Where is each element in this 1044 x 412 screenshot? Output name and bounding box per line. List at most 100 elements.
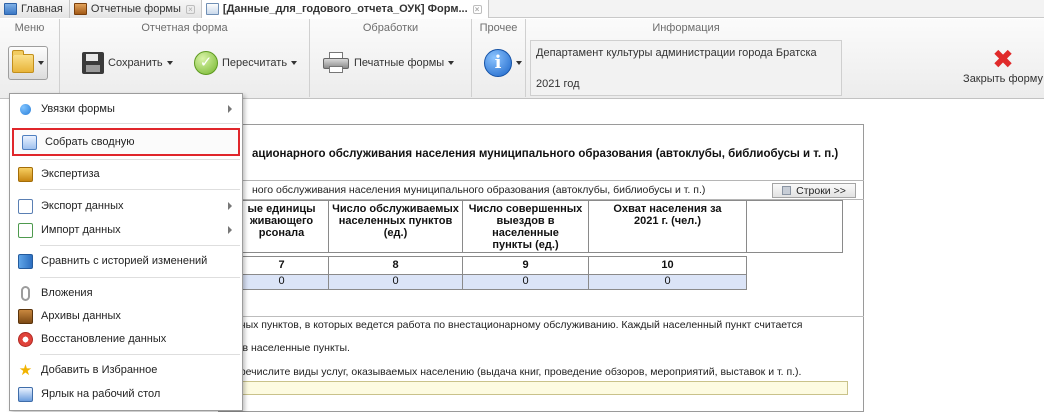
ribbon-group-title: Информация xyxy=(652,22,720,34)
column-header: Число совершенных выездов в населенные п… xyxy=(462,200,589,253)
value-cell[interactable]: 0 xyxy=(588,274,747,290)
menu-item-label: Сравнить с историей изменений xyxy=(41,255,208,267)
menu-separator xyxy=(40,189,240,190)
menu-item-desktop-shortcut[interactable]: Ярлык на рабочий стол xyxy=(10,382,242,406)
note-text: еречислите виды услуг, оказываемых насел… xyxy=(234,366,802,378)
empty-cell xyxy=(747,257,843,275)
tab-close-icon[interactable]: × xyxy=(472,4,482,14)
header-line: Охват населения за xyxy=(613,203,722,215)
export-icon xyxy=(18,198,33,214)
menu-item-expertise[interactable]: Экспертиза xyxy=(10,162,242,186)
column-number-row: 7 8 9 10 xyxy=(234,256,843,275)
empty-column-header xyxy=(746,200,843,253)
column-header: Охват населения за 2021 г. (чел.) xyxy=(588,200,747,253)
value-cell[interactable]: 0 xyxy=(462,274,589,290)
chevron-down-icon xyxy=(448,61,455,65)
menu-item-export-data[interactable]: Экспорт данных xyxy=(10,194,242,218)
menu-item-import-data[interactable]: Импорт данных xyxy=(10,218,242,242)
info-button[interactable]: i xyxy=(480,46,526,80)
column-header: ые единицы живающего рсонала xyxy=(234,200,329,253)
menu-item-label: Ярлык на рабочий стол xyxy=(41,388,161,400)
ribbon-group-title: Прочее xyxy=(479,22,518,34)
tab-report-forms[interactable]: Отчетные формы × xyxy=(69,0,202,18)
rows-button[interactable]: Строки >> xyxy=(772,183,856,198)
department-name: Департамент культуры администрации город… xyxy=(536,47,817,59)
column-number: 9 xyxy=(462,256,589,275)
menu-separator xyxy=(40,159,240,160)
menu-item-restore-data[interactable]: Восстановление данных xyxy=(10,327,242,351)
data-table: ые единицы живающего рсонала Число обслу… xyxy=(234,200,843,290)
ribbon-group-title: Меню xyxy=(14,22,45,34)
column-number: 8 xyxy=(328,256,463,275)
menu-item-label: Импорт данных xyxy=(41,224,121,236)
compare-icon xyxy=(18,253,33,269)
column-number: 7 xyxy=(234,256,329,275)
menu-separator xyxy=(40,123,240,124)
save-button-label: Сохранить xyxy=(108,57,163,69)
tab-form-data[interactable]: [Данные_для_годового_отчета_ОУК] Форм...… xyxy=(201,0,489,18)
value-cell[interactable]: 0 xyxy=(328,274,463,290)
print-forms-button-label: Печатные формы xyxy=(354,57,445,69)
menu-item-label: Восстановление данных xyxy=(41,333,167,345)
menu-item-collect-summary[interactable]: Собрать сводную xyxy=(12,128,240,156)
links-icon xyxy=(20,103,31,115)
attachment-icon xyxy=(21,285,30,301)
rows-icon xyxy=(782,186,792,195)
divider xyxy=(218,316,864,317)
tab-close-icon[interactable]: × xyxy=(185,4,195,14)
folder-icon xyxy=(12,49,34,73)
menu-separator xyxy=(40,277,240,278)
collect-icon xyxy=(22,134,37,150)
menu-button[interactable] xyxy=(8,46,48,80)
table-subheader-text: ного обслуживания населения муниципально… xyxy=(252,184,706,196)
tab-home-label: Главная xyxy=(21,3,63,15)
rows-button-label: Строки >> xyxy=(796,184,846,197)
recalculate-button-label: Пересчитать xyxy=(222,57,288,69)
shortcut-icon xyxy=(18,386,33,402)
menu-item-label: Собрать сводную xyxy=(45,136,135,148)
menu-item-attachments[interactable]: Вложения xyxy=(10,281,242,305)
menu-item-form-links[interactable]: Увязки формы xyxy=(10,97,242,121)
header-line: пункты (ед.) xyxy=(492,239,559,251)
tab-form-data-label: [Данные_для_годового_отчета_ОУК] Форм... xyxy=(222,3,468,15)
print-forms-button[interactable]: Печатные формы xyxy=(318,48,458,78)
form-title: ационарного обслуживания населения муниц… xyxy=(252,148,839,160)
chevron-down-icon xyxy=(38,61,44,65)
chevron-down-icon xyxy=(166,61,173,65)
data-icon xyxy=(205,3,219,15)
import-icon xyxy=(18,222,33,238)
header-line: 2021 г. (чел.) xyxy=(634,215,701,227)
close-form-button[interactable]: ✖ Закрыть форму xyxy=(962,44,1044,93)
form-menu-dropdown: Увязки формы Собрать сводную Экспертиза … xyxy=(9,93,243,411)
column-number: 10 xyxy=(588,256,747,275)
floppy-disk-icon xyxy=(82,52,104,74)
close-icon: ✖ xyxy=(992,44,1014,74)
printer-icon xyxy=(322,52,350,74)
column-header: Число обслуживаемых населенных пунктов (… xyxy=(328,200,463,253)
header-line: Число совершенных xyxy=(468,203,583,215)
save-button[interactable]: Сохранить xyxy=(78,48,177,78)
menu-separator xyxy=(40,354,240,355)
services-input-row[interactable] xyxy=(228,381,848,395)
book-icon xyxy=(73,3,87,15)
checkmark-icon: ✓ xyxy=(194,51,218,75)
menu-item-label: Вложения xyxy=(41,287,93,299)
menu-item-compare-history[interactable]: Сравнить с историей изменений xyxy=(10,249,242,273)
recalculate-button[interactable]: ✓ Пересчитать xyxy=(190,48,301,78)
chevron-down-icon xyxy=(516,61,522,65)
header-line: (ед.) xyxy=(383,227,408,239)
menu-item-add-favorites[interactable]: ★ Добавить в Избранное xyxy=(10,358,242,382)
info-icon: i xyxy=(484,49,512,77)
chevron-down-icon xyxy=(291,61,298,65)
menu-separator xyxy=(40,245,240,246)
menu-item-data-archives[interactable]: Архивы данных xyxy=(10,304,242,328)
restore-icon xyxy=(18,331,33,347)
empty-cell xyxy=(746,274,843,290)
value-cell[interactable]: 0 xyxy=(234,274,329,290)
tab-report-forms-label: Отчетные формы xyxy=(90,3,181,15)
expertise-icon xyxy=(18,166,33,182)
tab-home[interactable]: Главная xyxy=(0,0,70,18)
menu-item-label: Экспорт данных xyxy=(41,200,124,212)
menu-item-label: Экспертиза xyxy=(41,168,100,180)
note-text: в в населенные пункты. xyxy=(234,342,350,354)
